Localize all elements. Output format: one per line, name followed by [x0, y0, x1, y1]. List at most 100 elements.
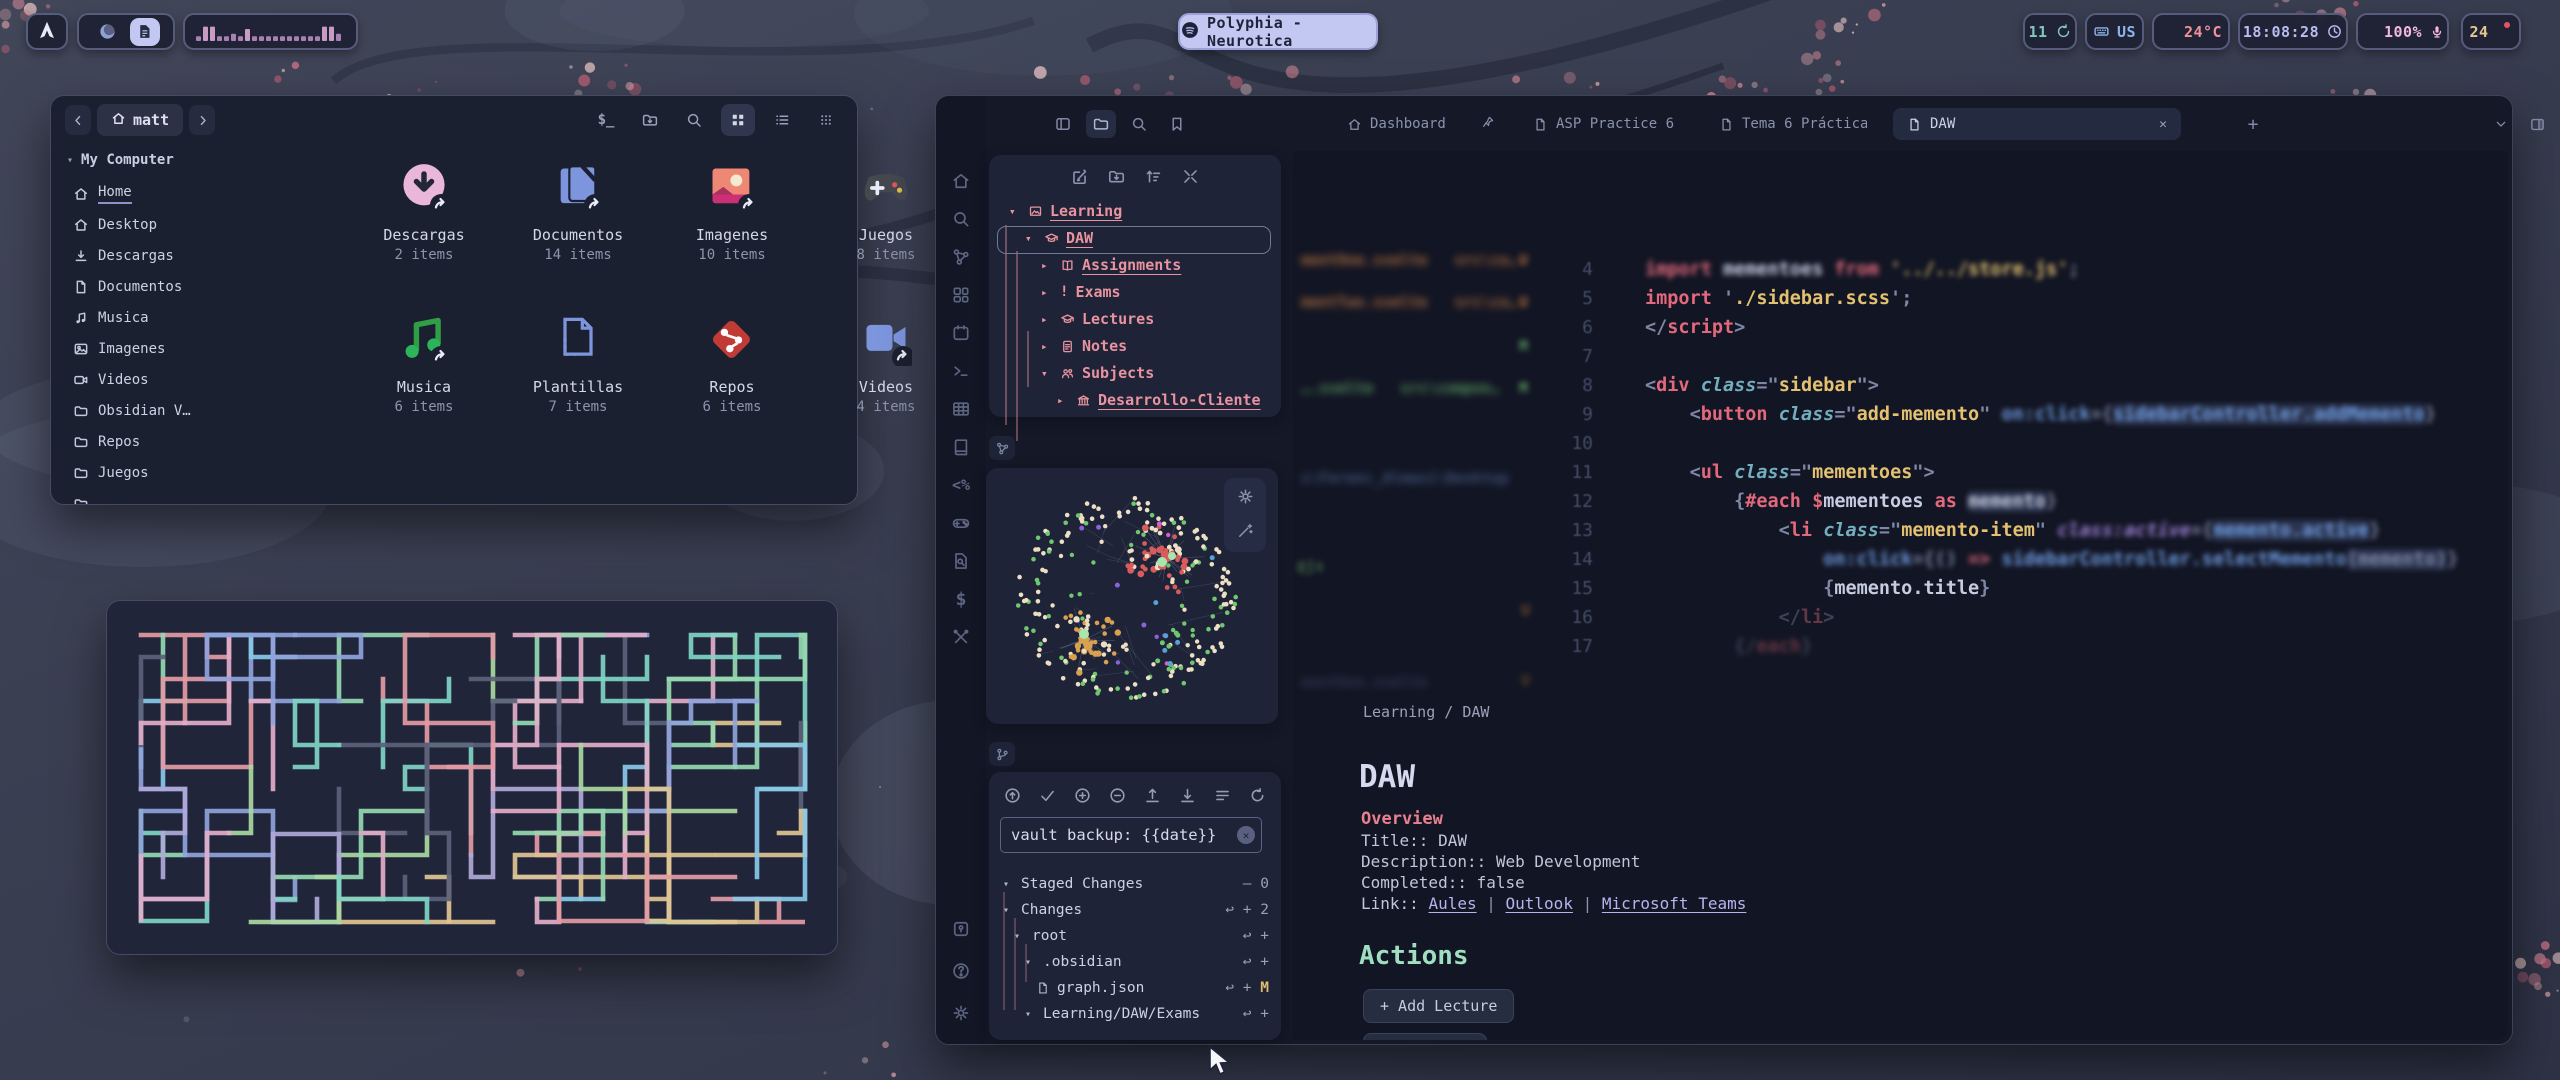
git-row--obsidian[interactable]: ▾.obsidian — [1025, 954, 1122, 970]
caret-icon[interactable]: ▸ — [1041, 340, 1053, 353]
git-row-root[interactable]: ▾root — [1014, 928, 1067, 944]
ribbon-layout-grid-icon[interactable] — [944, 280, 978, 310]
sidebar-section-my-computer[interactable]: ▾ My Computer — [67, 152, 223, 168]
new-folder-button[interactable] — [633, 104, 667, 136]
caret-icon[interactable]: ▸ — [1041, 313, 1053, 326]
pin-icon[interactable] — [1481, 115, 1495, 133]
sidebar-item-descargas[interactable]: Descargas — [73, 240, 223, 271]
tray-weather[interactable]: 24°C — [2152, 13, 2230, 50]
folder-item-imagenes[interactable]: Imagenes 10 items — [657, 162, 807, 263]
ribbon-share-nodes-icon[interactable] — [944, 242, 978, 272]
tab-tema-6-pr-cticas-[interactable]: Tema 6 Prácticas -… — [1705, 108, 1881, 140]
git-row-actions[interactable]: ↩ + M — [1225, 980, 1269, 996]
back-button[interactable] — [65, 105, 91, 135]
ribbon-file-search-icon[interactable] — [944, 546, 978, 576]
caret-icon[interactable]: ▾ — [1003, 905, 1014, 916]
commit-all-button[interactable] — [1038, 786, 1057, 809]
tray-updates[interactable]: 11 — [2023, 13, 2077, 50]
ribbon-gamepad-icon[interactable] — [944, 508, 978, 538]
folder-item-musica[interactable]: Musica 6 items — [349, 314, 499, 415]
caret-icon[interactable]: ▸ — [1057, 394, 1069, 407]
menu-button[interactable] — [809, 104, 843, 136]
file-manager-window[interactable]: matt $_ ▾ My Computer HomeDesktopDescarg… — [50, 95, 858, 505]
new-tab-button[interactable]: + — [2238, 110, 2268, 138]
sidebar-item-clipped[interactable] — [73, 488, 223, 504]
tree-item-exams[interactable]: ▸!Exams — [1041, 283, 1121, 301]
commit-button[interactable] — [1003, 786, 1022, 809]
breadcrumb[interactable]: matt — [97, 104, 183, 136]
sidebar-panel-left-icon[interactable] — [1048, 110, 1078, 138]
ribbon-gear-icon[interactable] — [944, 998, 978, 1028]
ribbon-dollar-icon[interactable]: $ — [944, 584, 978, 614]
sidebar-item-obsidian-v-[interactable]: Obsidian V… — [73, 395, 223, 426]
sidebar-item-repos[interactable]: Repos — [73, 426, 223, 457]
tray-kbd-layout[interactable]: US — [2085, 13, 2144, 50]
graph-section-tab[interactable] — [989, 436, 1015, 460]
ribbon-search-icon[interactable] — [944, 204, 978, 234]
caret-icon[interactable]: ▾ — [1003, 879, 1014, 890]
tree-item-learning[interactable]: ▾Learning — [1009, 202, 1122, 220]
tab-asp-practice-6[interactable]: ASP Practice 6 — [1519, 108, 1699, 140]
editor-pane[interactable]: mentOne.svelte src\co…UmentTwo.svelte sr… — [1293, 151, 2508, 1040]
list-view-button[interactable] — [765, 104, 799, 136]
git-row-actions[interactable]: ↩ + 2 — [1225, 902, 1269, 918]
workspaces-widget[interactable] — [77, 13, 175, 50]
tab-list-chevron[interactable] — [2486, 110, 2516, 138]
generative-art-window[interactable] — [106, 600, 838, 955]
ribbon-calendar-icon[interactable] — [944, 318, 978, 348]
clear-commit-message-icon[interactable]: ✕ — [1237, 826, 1255, 844]
unstage-all-button[interactable] — [1108, 786, 1127, 809]
sidebar-item-videos[interactable]: Videos — [73, 364, 223, 395]
git-row-graph-json[interactable]: graph.json — [1036, 980, 1144, 996]
ribbon-terminal-icon[interactable] — [944, 356, 978, 386]
tray-volume[interactable]: 100% — [2356, 13, 2449, 50]
tree-item-assignments[interactable]: ▸Assignments — [1041, 256, 1181, 274]
caret-icon[interactable]: ▸ — [1041, 286, 1053, 299]
tray-clock[interactable]: 18:08:28 — [2238, 13, 2348, 50]
caret-icon[interactable]: ▾ — [1025, 232, 1037, 245]
pull-button[interactable] — [1178, 786, 1197, 809]
system-graph-widget[interactable] — [183, 13, 358, 50]
ribbon-vault-icon[interactable] — [944, 914, 978, 944]
terminal-button[interactable]: $_ — [589, 104, 623, 136]
-add-lecture-button[interactable]: + Add Lecture — [1363, 989, 1514, 1023]
caret-icon[interactable]: ▸ — [1041, 259, 1053, 272]
note-breadcrumb[interactable]: Learning / DAW — [1363, 703, 1489, 721]
sidebar-item-home[interactable]: Home — [73, 178, 223, 209]
ribbon-code-percent-icon[interactable]: <% — [944, 470, 978, 500]
close-tab-icon[interactable]: ✕ — [2159, 117, 2167, 132]
ribbon-help-icon[interactable] — [944, 956, 978, 986]
folder-item-repos[interactable]: Repos 6 items — [657, 314, 807, 415]
git-section-tab[interactable] — [989, 742, 1015, 766]
tree-item-daw[interactable]: ▾DAW — [1025, 229, 1093, 247]
split-pane-icon[interactable] — [2522, 110, 2552, 138]
tree-item-desarrollo-cliente[interactable]: ▸Desarrollo-Cliente — [1057, 391, 1261, 409]
workspace-firefox[interactable] — [93, 18, 123, 46]
push-button[interactable] — [1143, 786, 1162, 809]
sidebar-item-juegos[interactable]: Juegos — [73, 457, 223, 488]
caret-icon[interactable]: ▾ — [1014, 931, 1025, 942]
sidebar-item-imagenes[interactable]: Imagenes — [73, 333, 223, 364]
-add-note-button[interactable]: + Add Note — [1363, 1033, 1487, 1040]
git-row-actions[interactable]: ↩ + — [1243, 928, 1269, 944]
tab-daw[interactable]: DAW✕ — [1893, 108, 2181, 140]
tree-item-lectures[interactable]: ▸Lectures — [1041, 310, 1154, 328]
link-aules[interactable]: Aules — [1428, 894, 1476, 913]
change-list-button[interactable] — [1213, 786, 1232, 809]
git-row-staged-changes[interactable]: ▾Staged Changes — [1003, 876, 1143, 892]
tree-item-subjects[interactable]: ▾Subjects — [1041, 364, 1154, 382]
media-player-widget[interactable]: Polyphia - Neurotica — [1178, 13, 1378, 50]
git-row-actions[interactable]: ↩ + — [1243, 954, 1269, 970]
git-row-actions[interactable]: ↩ + — [1243, 1006, 1269, 1022]
sidebar-folder-icon[interactable] — [1086, 110, 1116, 138]
forward-button[interactable] — [189, 105, 215, 135]
sidebar-bookmark-icon[interactable] — [1162, 110, 1192, 138]
commit-message-input[interactable] — [1000, 817, 1262, 853]
caret-icon[interactable]: ▾ — [1041, 367, 1053, 380]
ribbon-book-icon[interactable] — [944, 432, 978, 462]
tray-notifications[interactable]: 24 — [2461, 13, 2521, 50]
git-row-changes[interactable]: ▾Changes — [1003, 902, 1082, 918]
link-microsoft-teams[interactable]: Microsoft Teams — [1602, 894, 1747, 913]
ribbon-home-icon[interactable] — [944, 166, 978, 196]
stage-all-button[interactable] — [1073, 786, 1092, 809]
